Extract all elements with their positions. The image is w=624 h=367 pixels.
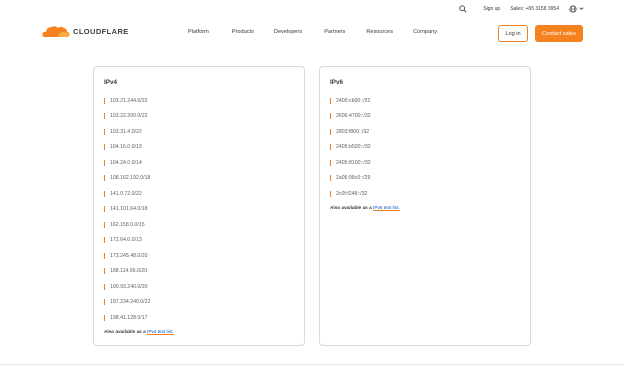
ipv4-text-list-link[interactable]: IPv4 text list. [147, 328, 174, 335]
ipv4-range-item: 173.245.48.0/20 [104, 248, 294, 264]
ipv4-range-item: 104.24.0.0/14 [104, 155, 294, 171]
accent-bar [104, 113, 105, 120]
accent-bar [330, 144, 331, 151]
ipv4-range-text: 104.16.0.0/13 [110, 144, 142, 151]
sales-phone[interactable]: Sales: +65 3158 3954 [510, 6, 559, 12]
logo-wordmark: CLOUDFLARE [73, 26, 129, 36]
ipv6-range-text: 2400:cb00::/32 [336, 97, 371, 104]
accent-bar [104, 97, 105, 104]
accent-bar [104, 268, 105, 275]
login-button[interactable]: Log in [498, 25, 528, 42]
ipv4-range-text: 103.21.244.0/22 [110, 97, 148, 104]
accent-bar [330, 113, 331, 120]
nav-resources[interactable]: Resources [366, 29, 393, 35]
ipv6-also-available: Also available as a IPv6 text list. [330, 204, 520, 211]
ipv4-range-text: 141.0.72.0/22 [110, 190, 142, 197]
ipv4-range-item: 103.22.200.0/22 [104, 109, 294, 125]
ipv6-range-text: 2803:f800::/32 [336, 128, 370, 135]
ipv6-range-item: 2400:cb00::/32 [330, 93, 520, 109]
ipv4-range-item: 172.64.0.0/13 [104, 233, 294, 249]
nav-products[interactable]: Products [232, 29, 254, 35]
ipv4-title: IPv4 [104, 79, 117, 86]
ipv4-range-item: 141.0.72.0/22 [104, 186, 294, 202]
ipv4-range-item: 103.31.4.0/22 [104, 124, 294, 140]
nav-developers[interactable]: Developers [274, 29, 302, 35]
accent-bar [104, 175, 105, 182]
accent-bar [104, 299, 105, 306]
ipv4-range-text: 198.41.128.0/17 [110, 314, 148, 321]
ipv4-range-list: 103.21.244.0/22 103.22.200.0/22 103.31.4.0… [104, 93, 294, 326]
ipv4-range-text: 172.64.0.0/13 [110, 237, 142, 244]
accent-bar [104, 128, 105, 135]
ipv6-range-text: 2a06:98c0::/29 [336, 175, 371, 182]
accent-bar [104, 237, 105, 244]
ipv4-range-text: 162.158.0.0/15 [110, 221, 145, 228]
accent-bar [330, 190, 331, 197]
ipv4-range-item: 190.93.240.0/20 [104, 279, 294, 295]
accent-bar [104, 159, 105, 166]
search-icon[interactable] [459, 4, 467, 13]
ipv6-range-item: 2405:8100::/32 [330, 155, 520, 171]
accent-bar [104, 314, 105, 321]
accent-bar [330, 128, 331, 135]
accent-bar [104, 190, 105, 197]
ipv4-range-item: 141.101.64.0/18 [104, 202, 294, 218]
main-nav: CLOUDFLARE Platform Products Developers … [0, 17, 624, 50]
ipv6-range-item: 2c0f:f248::/32 [330, 186, 520, 202]
nav-platform[interactable]: Platform [188, 29, 209, 35]
ipv6-range-text: 2606:4700::/32 [336, 113, 371, 120]
accent-bar [330, 97, 331, 104]
accent-bar [104, 144, 105, 151]
ipv4-range-text: 197.234.240.0/22 [110, 299, 151, 306]
nav-partners[interactable]: Partners [324, 29, 345, 35]
ipv6-range-text: 2405:8100::/32 [336, 159, 371, 166]
ipv4-also-text: Also available as a [104, 328, 146, 334]
ipv6-range-text: 2c0f:f248::/32 [336, 190, 368, 197]
footer-divider [0, 364, 624, 365]
ipv4-range-text: 108.162.192.0/18 [110, 175, 151, 182]
ipv4-also-available: Also available as a IPv4 text list. [104, 328, 294, 335]
ipv4-range-item: 108.162.192.0/18 [104, 171, 294, 187]
ipv6-range-item: 2606:4700::/32 [330, 109, 520, 125]
accent-bar [330, 175, 331, 182]
ipv4-range-item: 103.21.244.0/22 [104, 93, 294, 109]
nav-company[interactable]: Company [413, 29, 437, 35]
ipv6-text-list-link[interactable]: IPv6 text list. [373, 204, 400, 211]
ipv6-range-text: 2405:b500::/32 [336, 144, 371, 151]
contact-sales-button[interactable]: Contact sales [535, 25, 583, 42]
accent-bar [104, 252, 105, 259]
language-selector[interactable] [569, 4, 584, 13]
ipv6-title: IPv6 [330, 79, 343, 86]
ipv4-range-item: 162.158.0.0/15 [104, 217, 294, 233]
ipv6-range-list: 2400:cb00::/322606:4700::/322803:f800::/… [330, 93, 520, 202]
ipv6-card: IPv6 2400:cb00::/322606:4700::/322803:f8… [319, 66, 531, 346]
ipv4-range-text: 141.101.64.0/18 [110, 206, 148, 213]
ipv4-range-text: 104.24.0.0/14 [110, 159, 142, 166]
accent-bar [104, 221, 105, 228]
accent-bar [104, 206, 105, 213]
ipv4-range-text: 173.245.48.0/20 [110, 252, 148, 259]
signup-link[interactable]: Sign up [483, 6, 500, 12]
nav-links: Platform Products Developers Partners Re… [188, 29, 437, 35]
ipv6-also-text: Also available as a [330, 204, 372, 210]
ipv6-range-item: 2803:f800::/32 [330, 124, 520, 140]
ipv6-range-item: 2a06:98c0::/29 [330, 171, 520, 187]
utility-bar: Sign up Sales: +65 3158 3954 [0, 0, 624, 17]
cloud-icon [42, 26, 70, 37]
ipv4-range-text: 190.93.240.0/20 [110, 283, 148, 290]
chevron-down-icon [579, 7, 584, 10]
ipv6-range-item: 2405:b500::/32 [330, 140, 520, 156]
accent-bar [330, 159, 331, 166]
ipv4-range-item: 104.16.0.0/13 [104, 140, 294, 156]
ipv4-range-item: 198.41.128.0/17 [104, 310, 294, 326]
ipv4-range-text: 103.22.200.0/22 [110, 113, 148, 120]
ipv4-range-text: 103.31.4.0/22 [110, 128, 142, 135]
ipv4-range-item: 188.114.96.0/20 [104, 264, 294, 280]
ipv4-range-text: 188.114.96.0/20 [110, 268, 148, 275]
ipv4-range-item: 197.234.240.0/22 [104, 295, 294, 311]
accent-bar [104, 283, 105, 290]
ipv4-card: IPv4 103.21.244.0/22 103.22.200.0/22 103.3… [93, 66, 305, 346]
cloudflare-logo[interactable]: CLOUDFLARE [41, 24, 129, 38]
globe-icon [569, 4, 577, 13]
